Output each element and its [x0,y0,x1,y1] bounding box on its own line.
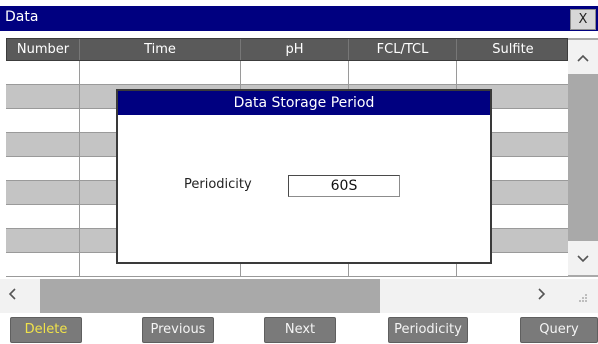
column-divider [79,61,80,277]
scroll-right-button[interactable] [538,286,546,304]
query-button[interactable]: Query [520,317,598,343]
window-title: Data [5,9,39,25]
column-header-sulfite[interactable]: Sulfite [457,39,569,60]
window-title-bar: Data X [0,6,598,31]
close-button[interactable]: X [570,9,596,30]
data-storage-period-dialog: Data Storage Period Periodicity 60S [116,89,492,264]
column-header-fcl-tcl[interactable]: FCL/TCL [349,39,457,60]
scroll-down-button[interactable] [568,241,598,275]
chevron-up-icon [577,48,589,66]
scroll-left-button[interactable] [8,286,16,304]
periodicity-input[interactable]: 60S [288,175,400,197]
periodicity-button[interactable]: Periodicity [388,317,468,343]
delete-button[interactable]: Delete [10,317,82,343]
previous-button[interactable]: Previous [142,317,214,343]
column-header-number[interactable]: Number [7,39,80,60]
horizontal-scrollbar[interactable] [0,279,598,313]
chevron-left-icon [8,288,16,300]
column-header-ph[interactable]: pH [241,39,349,60]
column-header-time[interactable]: Time [80,39,241,60]
table-row[interactable] [6,61,568,85]
chevron-right-icon [538,288,546,300]
resize-grip-icon[interactable] [578,293,588,306]
periodicity-label: Periodicity [184,177,252,192]
chevron-down-icon [577,249,589,267]
scroll-up-button[interactable] [568,40,598,74]
horizontal-scroll-thumb[interactable] [40,279,380,313]
vertical-scrollbar[interactable] [568,38,598,277]
table-header: Number Time pH FCL/TCL Sulfite [6,38,568,61]
dialog-title: Data Storage Period [118,91,490,115]
next-button[interactable]: Next [264,317,336,343]
